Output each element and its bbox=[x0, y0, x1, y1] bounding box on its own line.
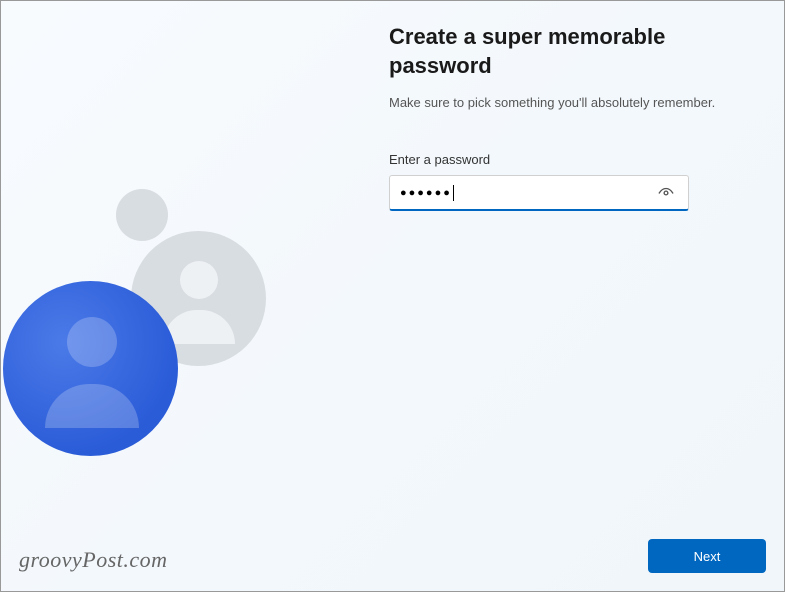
password-input[interactable]: ●●●●●● bbox=[400, 185, 654, 201]
decorative-circle-small bbox=[116, 189, 168, 241]
page-subtitle: Make sure to pick something you'll absol… bbox=[389, 94, 729, 112]
page-title: Create a super memorable password bbox=[389, 23, 729, 80]
watermark: groovyPost.com bbox=[19, 547, 168, 573]
account-illustration bbox=[1, 161, 281, 461]
reveal-password-icon[interactable] bbox=[654, 181, 678, 205]
password-input-container[interactable]: ●●●●●● bbox=[389, 175, 689, 211]
next-button[interactable]: Next bbox=[648, 539, 766, 573]
text-cursor bbox=[453, 185, 454, 201]
password-label: Enter a password bbox=[389, 152, 729, 167]
main-content: Create a super memorable password Make s… bbox=[389, 23, 729, 211]
person-icon-blue bbox=[3, 281, 178, 456]
